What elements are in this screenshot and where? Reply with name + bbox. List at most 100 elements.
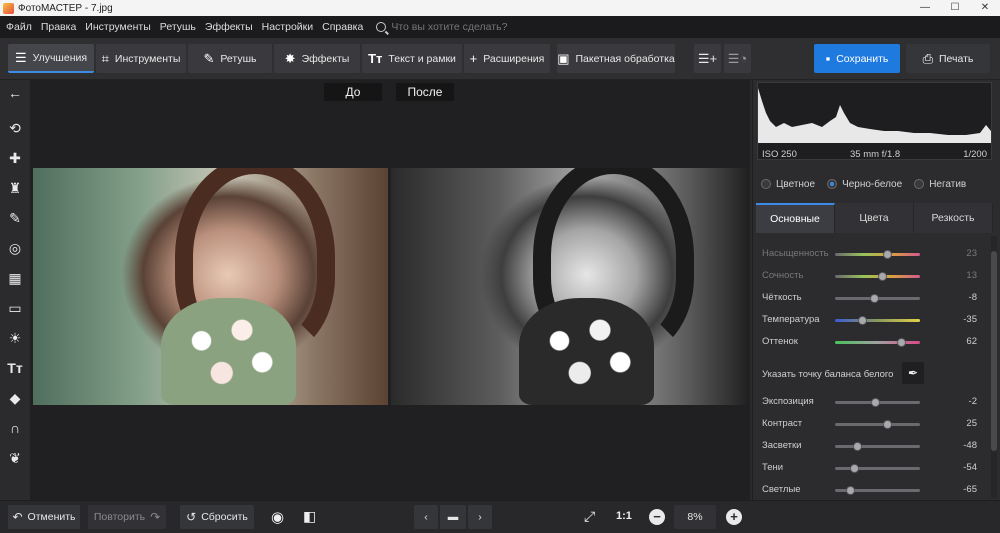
print-button[interactable]: ⎙ Печать [906,44,990,73]
param-slider[interactable] [835,272,920,281]
undo-button[interactable]: ↶ Отменить [8,505,80,529]
redo-icon: ↷ [150,510,161,524]
maximize-button[interactable]: ☐ [940,0,970,16]
tab-enhancements[interactable]: ☰ Улучшения [8,44,94,73]
command-search-input[interactable] [391,21,592,33]
stamp-icon[interactable]: ♜ [5,178,25,198]
mode-black-white[interactable]: Черно-белое [827,179,902,190]
open-folder-button[interactable]: ▬ [440,505,466,529]
magnet-icon[interactable]: ∩ [5,418,25,438]
param-slider[interactable] [835,464,920,473]
param-slider[interactable] [835,250,920,259]
param-slider[interactable] [835,486,920,495]
param-label: Тени [762,462,784,473]
zoom-level-value: 8% [687,511,703,523]
text-tool-icon[interactable]: Tт [5,358,25,378]
param-value: -8 [968,292,977,303]
tab-retouch[interactable]: ✎ Ретушь [188,44,272,73]
param-slider[interactable] [835,294,920,303]
preset-history-button[interactable]: ☰◔ [724,44,751,73]
tab-tools[interactable]: ⌗ Инструменты [96,44,186,73]
vignette-icon[interactable]: ▭ [5,298,25,318]
crop-icon: ⌗ [101,50,109,66]
actual-size-button[interactable]: 1:1 [616,510,632,522]
minimize-button[interactable]: — [910,0,940,16]
tab-effects-label: Эффекты [301,52,350,65]
slider-thumb[interactable] [852,442,862,451]
white-balance-row: Указать точку баланса белого ✒ [762,361,987,387]
menu-help[interactable]: Справка [322,21,363,33]
slider-thumb[interactable] [896,338,906,347]
param-slider[interactable] [835,442,920,451]
zoom-level-field[interactable]: 8% [674,505,716,529]
eye-icon[interactable]: ◉ [271,508,284,526]
next-image-button[interactable]: › [468,505,492,529]
slider-thumb[interactable] [883,420,893,429]
zoom-out-button[interactable]: − [649,509,665,525]
param-slider[interactable] [835,316,920,325]
radial-filter-icon[interactable]: ◎ [5,238,25,258]
param-slider[interactable] [835,398,920,407]
mode-negative[interactable]: Негатив [914,179,966,190]
tab-extensions[interactable]: + Расширения [464,44,550,73]
photo-canvas[interactable]: До После [30,80,750,500]
prev-image-button[interactable]: ‹ [414,505,438,529]
batch-processing-button[interactable]: ▣ Пакетная обработка [557,44,675,73]
light-icon[interactable]: ☀ [5,328,25,348]
before-label: До [324,83,382,101]
slider-thumb[interactable] [845,486,855,495]
slider-thumb[interactable] [871,398,881,407]
close-button[interactable]: ✕ [970,0,1000,16]
param-slider[interactable] [835,338,920,347]
param-row: Засветки -48 [762,435,987,457]
fit-screen-icon[interactable]: ⤢ [584,508,595,525]
add-preset-button[interactable]: ☰+ [694,44,721,73]
save-button[interactable]: ▪ Сохранить [814,44,900,73]
tab-basic[interactable]: Основные [756,203,835,233]
mode-color[interactable]: Цветное [761,179,815,190]
preset-history-icon: ☰◔ [727,50,748,66]
tab-enhancements-label: Улучшения [32,51,88,64]
slider-thumb[interactable] [857,316,867,325]
bottom-bar: ↶ Отменить Повторить ↷ ↺ Сбросить ◉ ◧ ‹ … [0,500,1000,533]
param-slider[interactable] [835,420,920,429]
panel-scrollbar[interactable] [991,236,997,498]
menu-effects[interactable]: Эффекты [205,21,253,33]
redo-button[interactable]: Повторить ↷ [88,505,166,529]
slider-thumb[interactable] [869,294,879,303]
back-arrow-icon[interactable]: ← [5,83,25,103]
tab-effects[interactable]: ✸ Эффекты [274,44,360,73]
param-row: Оттенок 62 [762,331,987,353]
menu-settings[interactable]: Настройки [262,21,314,33]
after-photo-bouquet [519,298,655,405]
zoom-in-button[interactable]: + [726,509,742,525]
param-row: Температура -35 [762,309,987,331]
param-value: 62 [966,336,977,347]
tab-retouch-label: Ретушь [220,52,257,65]
brush-tool-icon[interactable]: ✎ [5,208,25,228]
rotate-icon[interactable]: ⟲ [5,118,25,138]
chevron-left-icon: ‹ [424,511,428,523]
slider-thumb[interactable] [883,250,893,259]
menu-retouch[interactable]: Ретушь [160,21,196,33]
reset-label: Сбросить [201,511,248,523]
reset-button[interactable]: ↺ Сбросить [180,505,254,529]
compare-split-icon[interactable]: ◧ [303,508,316,525]
paint-bucket-icon[interactable]: ◆ [5,388,25,408]
bandage-icon[interactable]: ✚ [5,148,25,168]
tab-colors[interactable]: Цвета [835,203,914,233]
sliders-icon: ☰ [14,49,27,65]
slider-thumb[interactable] [850,464,860,473]
eyedropper-icon[interactable]: ✒ [902,362,924,384]
slider-thumb[interactable] [878,272,888,281]
gradient-filter-icon[interactable]: ▦ [5,268,25,288]
menu-tools[interactable]: Инструменты [85,21,150,33]
reset-icon: ↺ [186,510,197,524]
leaf-icon[interactable]: ❦ [5,448,25,468]
menu-file[interactable]: Файл [6,21,32,33]
menu-edit[interactable]: Правка [41,21,76,33]
scrollbar-thumb[interactable] [991,251,997,451]
tab-sharpness[interactable]: Резкость [914,203,993,233]
tab-text-frames[interactable]: Tт Текст и рамки [362,44,462,73]
add-preset-icon: ☰+ [697,50,718,66]
